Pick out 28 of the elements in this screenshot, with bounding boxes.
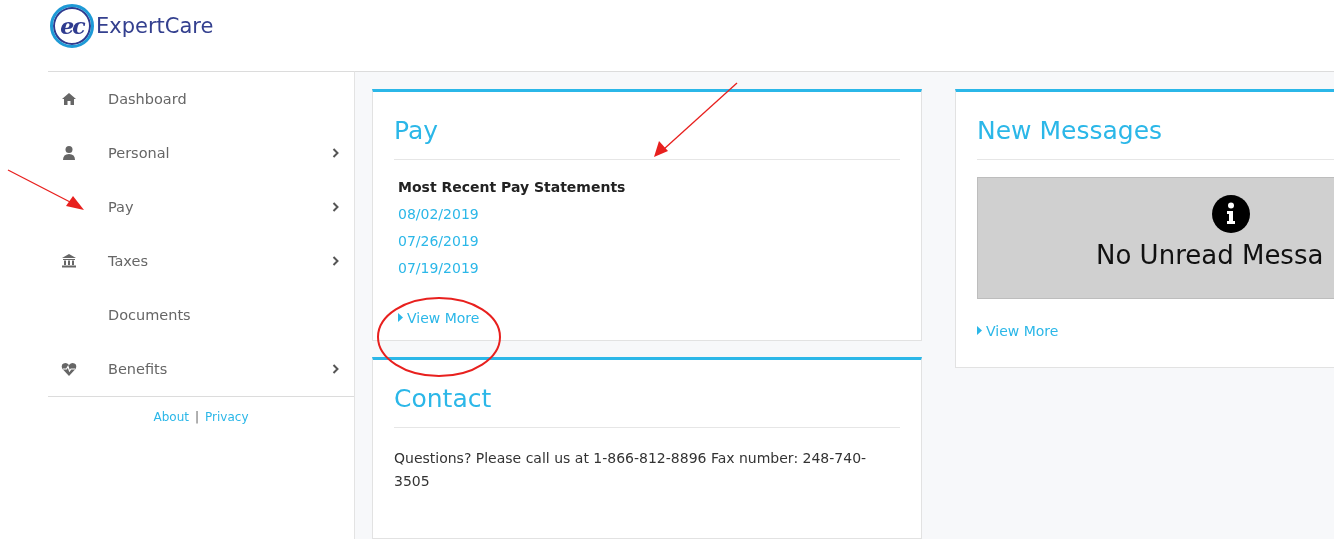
- sidebar-item[interactable]: Documents: [48, 288, 354, 342]
- sidebar-item[interactable]: Personal: [48, 126, 354, 180]
- statement-link[interactable]: 08/02/2019: [398, 201, 896, 228]
- sidebar-item[interactable]: Dashboard: [48, 72, 354, 126]
- footer-link[interactable]: About: [153, 410, 189, 424]
- sidebar-item[interactable]: Pay: [48, 180, 354, 234]
- statement-link[interactable]: 07/19/2019: [398, 255, 896, 282]
- contact-text: Questions? Please call us at 1-866-812-8896 Fax number: 248-740-3505: [394, 448, 868, 491]
- card-title: New Messages: [977, 92, 1334, 160]
- separator-text: |: [195, 410, 200, 424]
- section-heading: Most Recent Pay Statements: [398, 179, 627, 195]
- person-icon: [61, 145, 77, 161]
- caret-icon: [398, 313, 403, 322]
- sidebar-item[interactable]: Taxes: [48, 234, 354, 288]
- logo-text: ExpertCare: [96, 14, 214, 38]
- sidebar-item[interactable]: Benefits: [48, 342, 354, 396]
- card-title: Contact: [394, 359, 900, 428]
- heart-pulse-icon: [61, 361, 77, 377]
- bank-icon: [61, 253, 77, 269]
- footer-link[interactable]: Privacy: [205, 410, 249, 424]
- info-icon: [1212, 195, 1250, 233]
- home-icon: [61, 91, 77, 107]
- statement-link[interactable]: 07/26/2019: [398, 228, 896, 255]
- caret-icon: [977, 326, 982, 335]
- view-more-link[interactable]: View More: [398, 309, 480, 326]
- notice-text: No Unread Messa: [1096, 240, 1324, 270]
- view-more-link[interactable]: View More: [977, 322, 1059, 339]
- logo-mark: ec: [50, 4, 94, 48]
